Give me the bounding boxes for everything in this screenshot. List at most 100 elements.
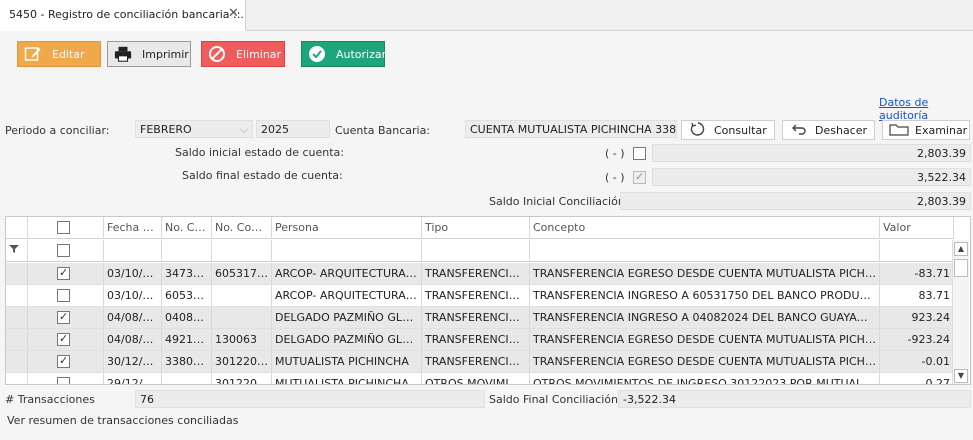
table-row[interactable]: 29/12/2... 30122023 MUTUALISTA PICHINCHA OT… [6,373,954,384]
table-row[interactable]: ✓ 30/12/2... 33805... 30122023 MUTUALISTA PI… [6,351,954,373]
scroll-thumb[interactable] [954,259,968,277]
cell-persona: DELGADO PAZMIÑO GLADY... [272,307,422,328]
row-checkbox[interactable]: ✓ [57,310,70,324]
final-conc-field: -3,522.34 [618,390,971,408]
filter-checkbox-cell[interactable] [28,240,104,261]
filter-icon[interactable] [6,240,28,261]
check-icon: ✓ [59,310,69,323]
filter-fecha[interactable] [104,240,162,261]
audit-link[interactable]: Datos de auditoría [879,96,973,122]
delete-button[interactable]: Eliminar [201,41,285,67]
table-row[interactable]: ✓ 03/10/2... 34732... 60531750 ARCOP- ARQUIT… [6,263,954,285]
header-no-cta[interactable]: No. Ct... [162,217,212,238]
ban-icon [208,45,226,63]
cell-persona: MUTUALISTA PICHINCHA [272,351,422,372]
pencil-icon [24,45,42,63]
header-persona[interactable]: Persona [272,217,422,238]
period-label: Periodo a conciliar: [5,124,110,137]
initial-sign-checkbox[interactable] [633,147,646,160]
row-checkbox-cell[interactable]: ✓ [28,351,104,372]
conc-initial-value: 2,803.39 [917,195,966,208]
vertical-scrollbar[interactable]: ▲ ▼ [952,240,969,384]
consult-button[interactable]: Consultar [681,120,775,140]
account-label: Cuenta Bancaria: [335,124,431,137]
row-checkbox-cell[interactable]: ✓ [28,329,104,350]
row-indicator [6,285,28,306]
select-all-checkbox[interactable] [57,221,70,234]
filter-tipo[interactable] [422,240,530,261]
conc-initial-field: 2,803.39 [620,192,971,210]
cell-noct: 60531... [162,285,212,306]
cell-valor: 923.24 [880,307,954,328]
table-row[interactable]: ✓ 04/08/2... 04082... DELGADO PAZMIÑO GLADY… [6,307,954,329]
final-sign-checkbox[interactable]: ✓ [633,170,646,184]
undo-icon [791,122,807,139]
filter-persona[interactable] [272,240,422,261]
row-checkbox-cell[interactable] [28,285,104,306]
undo-button[interactable]: Deshacer [782,120,875,140]
filter-concepto[interactable] [530,240,880,261]
authorize-button[interactable]: Autorizar [301,41,386,67]
row-checkbox[interactable] [57,377,70,384]
table-row[interactable]: 03/10/2... 60531... ARCOP- ARQUITECTURA ..… [6,285,954,307]
row-checkbox[interactable]: ✓ [57,332,70,346]
row-checkbox[interactable]: ✓ [57,354,70,368]
header-select-all[interactable] [28,217,104,238]
row-checkbox-cell[interactable]: ✓ [28,263,104,284]
filter-no-comprobante[interactable] [212,240,272,261]
summary-link[interactable]: Ver resumen de transacciones conciliadas [7,414,238,427]
tab-conciliacion[interactable]: 5450 - Registro de conciliación bancaria… [0,0,246,31]
row-indicator [6,263,28,284]
row-checkbox[interactable]: ✓ [57,266,70,280]
month-select[interactable]: FEBRERO ⌵ [135,120,253,138]
row-checkbox[interactable] [57,289,70,302]
examine-label: Examinar [915,123,968,137]
final-conc-value: -3,522.34 [623,393,676,406]
row-checkbox-cell[interactable] [28,373,104,384]
edit-button[interactable]: Editar [17,41,101,67]
filter-no-cta[interactable] [162,240,212,261]
transactions-count-field: 76 [135,390,485,408]
cell-nocom: 60531750 [212,263,272,284]
header-no-comprobante[interactable]: No. Com... [212,217,272,238]
cell-tipo: TRANSFERENCIA ... [422,329,530,350]
cell-valor: 0.27 [880,373,954,384]
header-tipo[interactable]: Tipo [422,217,530,238]
print-button[interactable]: Imprimir [107,41,191,67]
cell-tipo: OTROS MOVIMIEN... [422,373,530,384]
cell-concepto: TRANSFERENCIA INGRESO A 04082024 DEL BAN… [530,307,880,328]
cell-concepto: TRANSFERENCIA INGRESO A 60531750 DEL BAN… [530,285,880,306]
header-valor[interactable]: Valor [880,217,954,238]
filter-row [6,240,954,262]
year-field[interactable]: 2025 [256,120,330,138]
transactions-count: 76 [140,393,154,406]
check-circle-icon [308,45,326,63]
cell-nocom: 130063 [212,329,272,350]
close-icon[interactable]: ✕ [228,6,239,21]
filter-valor[interactable] [880,240,954,261]
examine-button[interactable]: Examinar [882,120,970,140]
cell-concepto: OTROS MOVIMIENTOS DE INGRESO 30122023 PO… [530,373,880,384]
header-concepto[interactable]: Concepto [530,217,880,238]
cell-valor: -83.71 [880,263,954,284]
filter-checkbox[interactable] [57,244,70,257]
cell-noct: 33805... [162,351,212,372]
account-select[interactable]: CUENTA MUTUALISTA PICHINCHA 3380 [465,120,677,138]
initial-balance-label: Saldo inicial estado de cuenta: [175,146,344,159]
cell-noct: 34732... [162,263,212,284]
check-icon: ✓ [59,354,69,367]
scroll-up-icon[interactable]: ▲ [954,242,968,256]
scroll-down-icon[interactable]: ▼ [954,369,968,383]
cell-persona: DELGADO PAZMIÑO GLADY... [272,329,422,350]
final-balance-label: Saldo final estado de cuenta: [182,169,343,182]
final-balance-field: 3,522.34 [652,168,971,186]
header-fecha[interactable]: Fecha E... [104,217,162,238]
conc-initial-label: Saldo Inicial Conciliación: [489,195,629,208]
row-checkbox-cell[interactable]: ✓ [28,307,104,328]
cell-fecha: 03/10/2... [104,263,162,284]
table-row[interactable]: ✓ 04/08/2... 49216... 130063 DELGADO PAZMIÑO… [6,329,954,351]
cell-noct: 04082... [162,307,212,328]
cell-fecha: 04/08/2... [104,329,162,350]
check-icon: ✓ [59,266,69,279]
account-value: CUENTA MUTUALISTA PICHINCHA 3380 [470,123,677,136]
